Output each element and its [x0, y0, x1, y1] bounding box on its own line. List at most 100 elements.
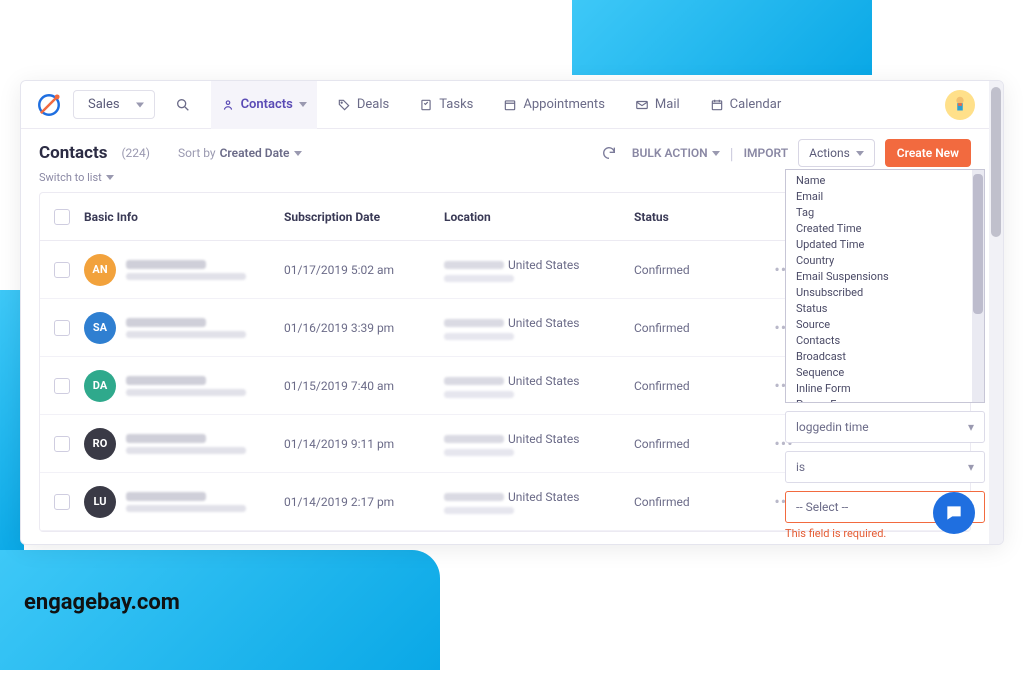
import-button[interactable]: IMPORT	[744, 146, 789, 160]
col-status: Status	[634, 210, 764, 224]
view-switch-label: Switch to list	[39, 171, 102, 184]
filter-field-option[interactable]: Inline Form	[786, 380, 984, 396]
filter-field-option[interactable]: Source	[786, 316, 984, 332]
user-avatar[interactable]	[945, 90, 975, 120]
actions-label: Actions	[809, 146, 850, 160]
field-list-scrollbar[interactable]	[972, 170, 984, 402]
filter-field-option[interactable]: Broadcast	[786, 348, 984, 364]
filter-field-option[interactable]: Email Suspensions	[786, 268, 984, 284]
filter-field-option[interactable]: Sequence	[786, 364, 984, 380]
page-header: Contacts (224) Sort by Created Date BULK…	[21, 129, 989, 171]
chat-fab[interactable]	[933, 492, 975, 534]
contact-avatar: RO	[84, 428, 116, 460]
contact-cell: DA	[84, 370, 284, 402]
filter-field-option[interactable]: Name	[786, 172, 984, 188]
nav-calendar[interactable]: Calendar	[700, 81, 792, 129]
scrollbar-thumb[interactable]	[991, 87, 1001, 237]
filter-field-value: loggedin time	[796, 420, 869, 434]
status-cell: Confirmed	[634, 379, 764, 393]
contact-avatar: SA	[84, 312, 116, 344]
contact-avatar: AN	[84, 254, 116, 286]
subscription-date: 01/17/2019 5:02 am	[284, 263, 444, 277]
location-cell: United States	[444, 258, 634, 282]
nav-label: Appointments	[523, 97, 605, 112]
location-cell: United States	[444, 316, 634, 340]
col-basic-info: Basic Info	[84, 210, 284, 224]
create-new-button[interactable]: Create New	[885, 139, 971, 167]
row-checkbox[interactable]	[54, 436, 70, 452]
row-checkbox[interactable]	[54, 378, 70, 394]
sort-value: Created Date	[220, 146, 290, 160]
window-scrollbar[interactable]	[989, 81, 1003, 544]
actions-menu[interactable]: Actions	[798, 139, 875, 167]
brand-logo[interactable]	[35, 91, 63, 119]
filter-field-list[interactable]: NameEmailTagCreated TimeUpdated TimeCoun…	[785, 169, 985, 403]
nav-label: Tasks	[439, 97, 473, 112]
status-cell: Confirmed	[634, 495, 764, 509]
nav-label: Calendar	[730, 97, 782, 112]
app-inner: Sales Contacts Deals Tasks Appointm	[21, 81, 989, 544]
filter-operator-select[interactable]: is ▾	[785, 451, 985, 483]
nav-appointments[interactable]: Appointments	[493, 81, 615, 129]
bulk-action-label: BULK ACTION	[632, 146, 708, 160]
filter-field-option[interactable]: Tag	[786, 204, 984, 220]
scrollbar-thumb[interactable]	[973, 174, 983, 314]
refresh-button[interactable]	[596, 140, 622, 166]
separator: |	[730, 144, 734, 163]
bulk-action-menu[interactable]: BULK ACTION	[632, 146, 720, 160]
filter-field-option[interactable]: Contacts	[786, 332, 984, 348]
contact-email-blur	[126, 331, 246, 338]
select-all-checkbox[interactable]	[54, 209, 70, 225]
subscription-date: 01/16/2019 3:39 pm	[284, 321, 444, 335]
filter-field-option[interactable]: Email	[786, 188, 984, 204]
contact-name-blur	[126, 492, 206, 501]
contact-name-blur	[126, 434, 206, 443]
col-subscription-date: Subscription Date	[284, 210, 444, 224]
status-cell: Confirmed	[634, 263, 764, 277]
chevron-down-icon	[136, 102, 144, 107]
nav-mail[interactable]: Mail	[625, 81, 690, 129]
filter-value: -- Select --	[796, 500, 848, 514]
filter-operator-value: is	[796, 460, 805, 474]
app-window: Sales Contacts Deals Tasks Appointm	[20, 80, 1004, 545]
top-nav: Sales Contacts Deals Tasks Appointm	[21, 81, 989, 129]
status-cell: Confirmed	[634, 437, 764, 451]
record-count: (224)	[121, 146, 150, 160]
nav-label: Mail	[655, 97, 680, 112]
sort-control[interactable]: Sort by Created Date	[178, 146, 302, 160]
row-checkbox[interactable]	[54, 494, 70, 510]
subscription-date: 01/15/2019 7:40 am	[284, 379, 444, 393]
watermark-text: engagebay.com	[24, 590, 180, 615]
nav-label: Contacts	[241, 97, 293, 112]
contact-email-blur	[126, 505, 246, 512]
filter-field-option[interactable]: Popup Form	[786, 396, 984, 403]
contact-email-blur	[126, 389, 246, 396]
nav-tasks[interactable]: Tasks	[409, 81, 483, 129]
workspace-select[interactable]: Sales	[73, 90, 155, 119]
filter-field-option[interactable]: Status	[786, 300, 984, 316]
subscription-date: 01/14/2019 9:11 pm	[284, 437, 444, 451]
nav-contacts[interactable]: Contacts	[211, 81, 317, 129]
contact-cell: SA	[84, 312, 284, 344]
filter-field-option[interactable]: Unsubscribed	[786, 284, 984, 300]
contact-email-blur	[126, 273, 246, 280]
filter-field-option[interactable]: Updated Time	[786, 236, 984, 252]
location-cell: United States	[444, 374, 634, 398]
contact-name-blur	[126, 318, 206, 327]
page-title: Contacts	[39, 143, 107, 163]
chevron-down-icon	[294, 151, 302, 156]
row-checkbox[interactable]	[54, 262, 70, 278]
contact-cell: AN	[84, 254, 284, 286]
chevron-down-icon	[712, 151, 720, 156]
nav-deals[interactable]: Deals	[327, 81, 399, 129]
subscription-date: 01/14/2019 2:17 pm	[284, 495, 444, 509]
search-button[interactable]	[165, 87, 201, 123]
filter-field-option[interactable]: Country	[786, 252, 984, 268]
filter-field-select[interactable]: loggedin time ▾	[785, 411, 985, 443]
location-cell: United States	[444, 490, 634, 514]
col-location: Location	[444, 210, 634, 224]
contact-avatar: DA	[84, 370, 116, 402]
row-checkbox[interactable]	[54, 320, 70, 336]
filter-field-option[interactable]: Created Time	[786, 220, 984, 236]
chevron-down-icon	[856, 151, 864, 156]
